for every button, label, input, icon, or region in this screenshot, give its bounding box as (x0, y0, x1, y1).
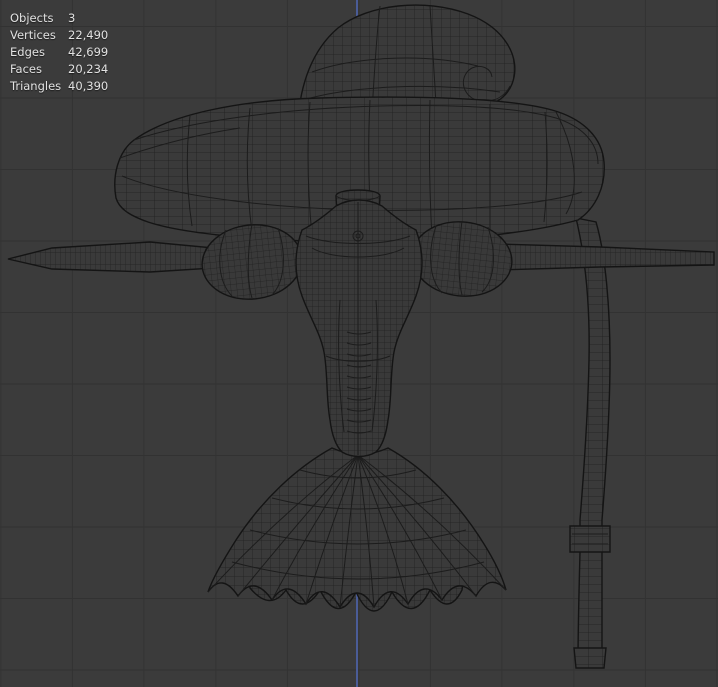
stat-label-vertices: Vertices (10, 28, 56, 42)
wireframe-mesh[interactable] (0, 0, 718, 687)
hat-strap (569, 217, 611, 669)
stat-value-triangles: 40,390 (68, 79, 109, 93)
3d-viewport[interactable]: Objects 3 Vertices 22,490 Edges 42,699 F… (0, 0, 718, 687)
stat-value-vertices: 22,490 (68, 28, 109, 42)
statistics-overlay: Objects 3 Vertices 22,490 Edges 42,699 F… (10, 12, 108, 92)
stat-label-objects: Objects (10, 11, 54, 25)
stat-value-faces: 20,234 (68, 62, 109, 76)
skirt (207, 447, 507, 609)
stat-label-faces: Faces (10, 62, 42, 76)
stat-label-edges: Edges (10, 45, 45, 59)
stat-value-objects: 3 (68, 11, 76, 25)
bodice (295, 199, 423, 458)
left-arm (7, 241, 217, 273)
stat-value-edges: 42,699 (68, 45, 109, 59)
stat-label-triangles: Triangles (10, 79, 62, 93)
right-arm (497, 243, 715, 271)
